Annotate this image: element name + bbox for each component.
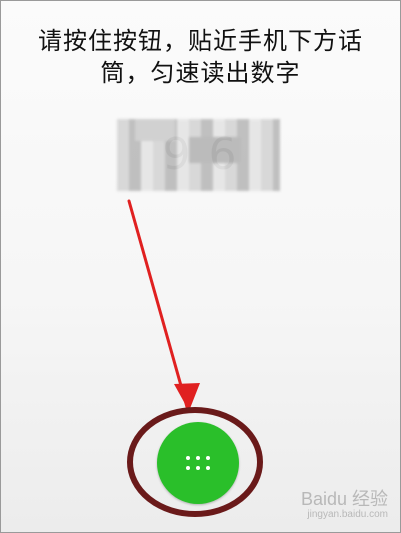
red-arrow-line	[127, 199, 189, 409]
hold-to-talk-button[interactable]	[157, 422, 239, 504]
watermark-brand: Baidu 经验	[300, 489, 388, 509]
grid-dots-icon	[184, 454, 212, 472]
red-arrow-head	[174, 383, 200, 411]
watermark-url: jingyan.baidu.com	[307, 509, 388, 520]
phone-screen: 请按住按钮，贴近手机下方话 筒，匀速读出数字 9 6 Baidu 经验 jing…	[0, 0, 401, 533]
baidu-watermark: Baidu 经验 jingyan.baidu.com	[301, 485, 388, 520]
